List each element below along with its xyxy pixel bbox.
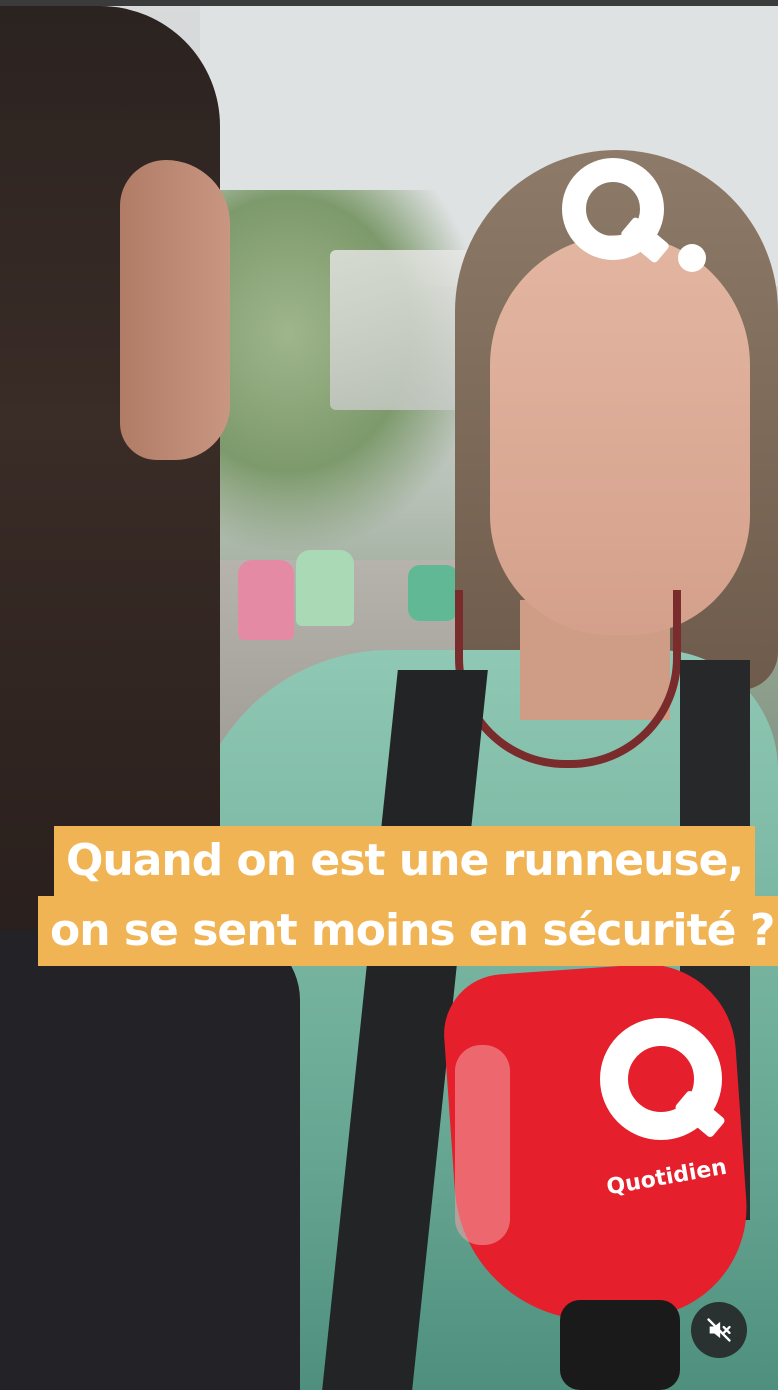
logo-dot [678, 244, 706, 272]
subtitle-line-2: on se sent moins en sécurité ? [38, 896, 778, 966]
video-player[interactable]: Quotidien Quand on est une runneuse, on … [0, 0, 778, 1390]
mute-toggle-button[interactable] [691, 1302, 747, 1358]
interviewer-face [120, 160, 230, 460]
subtitle-line-1: Quand on est une runneuse, [54, 826, 756, 896]
quotidien-q-logo-icon [562, 158, 712, 278]
microphone-highlight [455, 1045, 510, 1245]
background-runner [408, 565, 458, 621]
interviewee-face [490, 235, 750, 635]
microphone-handle [560, 1300, 680, 1390]
speaker-muted-icon [707, 1318, 731, 1342]
background-runner [296, 550, 354, 626]
interviewer-jacket [0, 930, 300, 1390]
video-subtitle: Quand on est une runneuse, on se sent mo… [38, 826, 778, 966]
background-runner [238, 560, 294, 640]
